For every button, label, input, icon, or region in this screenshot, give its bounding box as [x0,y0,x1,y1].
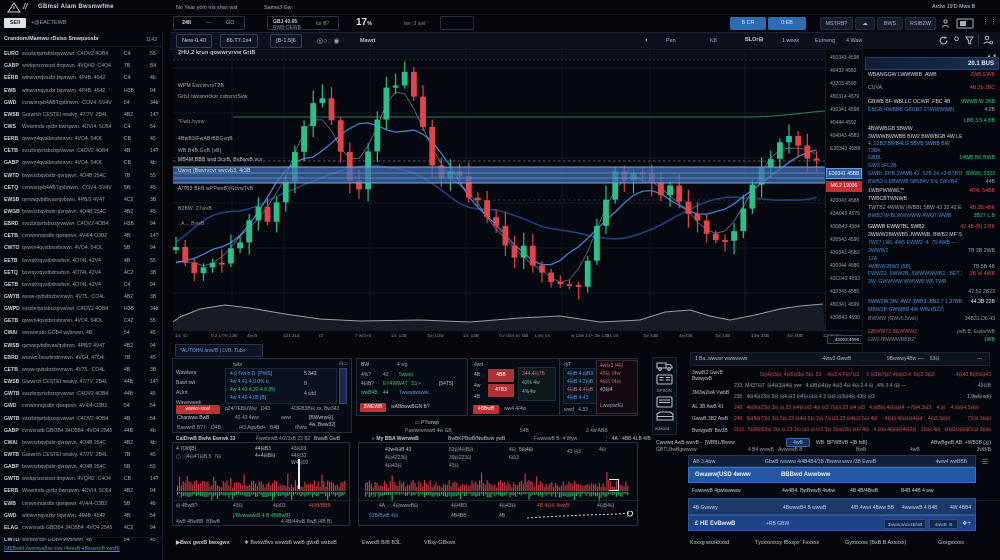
svg-text:wJward: wJward [655,426,670,431]
svg-text:EPSON: EPSON [657,388,672,393]
